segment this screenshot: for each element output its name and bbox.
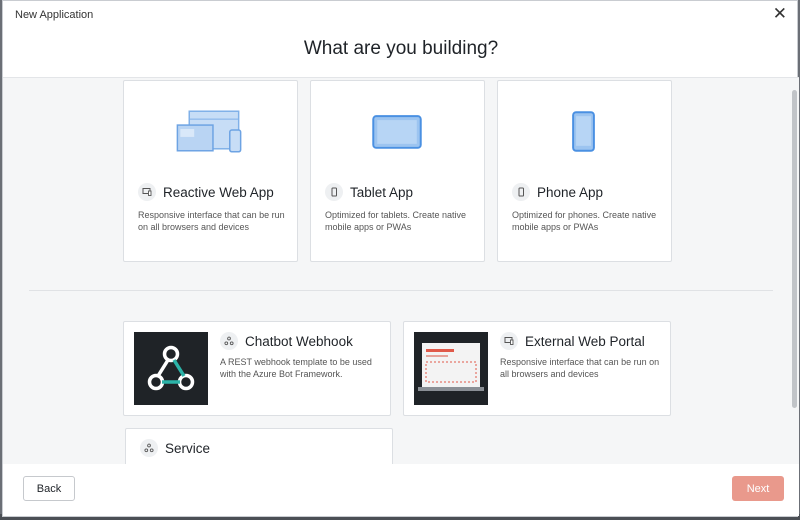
card-description: Optimized for phones. Create native mobi…: [512, 210, 657, 232]
section-divider: [29, 290, 773, 291]
card-description: Responsive interface that can be run on …: [138, 210, 285, 232]
new-application-dialog: New Application ✕ What are you building?…: [2, 0, 799, 517]
card-title: Reactive Web App: [163, 184, 274, 200]
dialog-footer: Back Next: [3, 464, 799, 516]
card-title: External Web Portal: [525, 333, 645, 349]
webhook-icon: [140, 439, 158, 457]
chatbot-webhook-thumbnail: [134, 332, 208, 405]
app-type-list[interactable]: Reactive Web App Responsive interface th…: [3, 77, 799, 465]
tablet-app-card[interactable]: Tablet App Optimized for tablets. Create…: [310, 80, 485, 262]
card-description: Responsive interface that can be run on …: [500, 357, 660, 379]
back-button[interactable]: Back: [23, 476, 75, 501]
reactive-web-illustration: [176, 110, 242, 153]
service-card[interactable]: Service: [125, 428, 393, 464]
card-header: Service: [140, 439, 210, 457]
close-icon[interactable]: ✕: [773, 4, 787, 24]
desktop-icon: [500, 332, 518, 350]
card-title: Phone App: [537, 184, 604, 200]
page-heading: What are you building?: [303, 38, 499, 59]
phone-icon: [325, 183, 343, 201]
phone-app-card[interactable]: Phone App Optimized for phones. Create n…: [497, 80, 672, 262]
card-header: Phone App: [512, 183, 603, 201]
vertical-scrollbar[interactable]: [792, 90, 797, 408]
chatbot-webhook-card[interactable]: Chatbot Webhook A REST webhook template …: [123, 321, 391, 416]
card-description: A REST webhook template to be used with …: [220, 357, 372, 379]
tablet-illustration: [372, 115, 422, 149]
reactive-web-app-card[interactable]: Reactive Web App Responsive interface th…: [123, 80, 298, 262]
external-web-portal-card[interactable]: External Web Portal Responsive interface…: [403, 321, 671, 416]
desktop-icon: [138, 183, 156, 201]
card-title: Tablet App: [350, 184, 414, 200]
card-header: Tablet App: [325, 183, 413, 201]
phone-icon: [512, 183, 530, 201]
external-web-portal-thumbnail: [414, 332, 488, 405]
phone-illustration: [572, 111, 595, 152]
card-title: Chatbot Webhook: [245, 333, 353, 349]
webhook-icon: [220, 332, 238, 350]
dialog-title: New Application: [15, 9, 94, 21]
next-button[interactable]: Next: [732, 476, 784, 501]
card-header: Reactive Web App: [138, 183, 274, 201]
card-title: Service: [165, 440, 211, 456]
card-header: External Web Portal: [500, 332, 645, 350]
card-description: Optimized for tablets. Create native mob…: [325, 210, 467, 232]
card-header: Chatbot Webhook: [220, 332, 353, 350]
